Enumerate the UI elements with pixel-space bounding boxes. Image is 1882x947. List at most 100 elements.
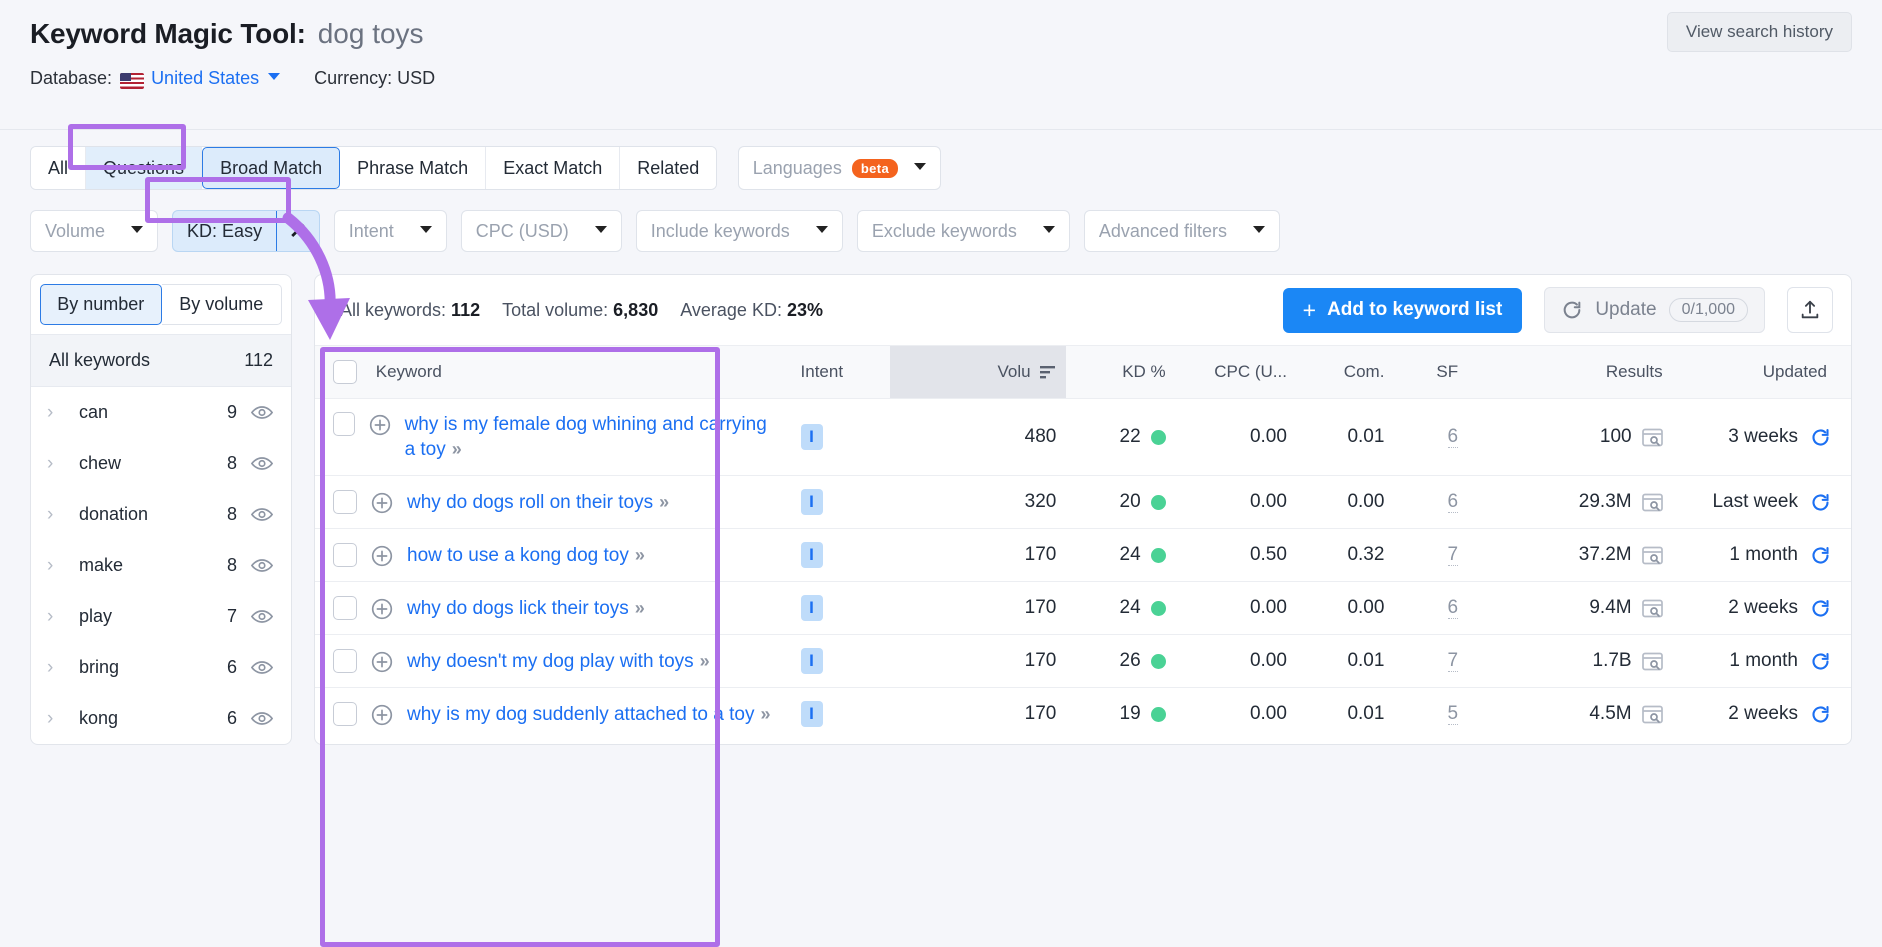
serp-preview-icon[interactable] [1641,428,1663,447]
table-row[interactable]: why do dogs lick their toys » I 170 24 0.… [315,581,1851,636]
sf-value[interactable]: 5 [1447,703,1459,726]
intent-badge[interactable]: I [800,489,823,516]
chevron-right-icon[interactable]: › [47,658,61,677]
sf-value[interactable]: 7 [1447,544,1459,567]
eye-icon[interactable] [251,609,273,624]
row-checkbox[interactable] [333,595,357,620]
sidebar-all-keywords[interactable]: All keywords 112 [31,334,291,387]
eye-icon[interactable] [251,558,273,573]
sf-value[interactable]: 6 [1447,597,1459,620]
serp-preview-icon[interactable] [1641,546,1663,565]
chevron-down-icon[interactable] [268,73,281,80]
th-results[interactable]: Results [1468,346,1673,399]
serp-preview-icon[interactable] [1641,652,1663,671]
filter-kd-chip[interactable]: KD: Easy ✕ [172,210,320,252]
sidebar-item-donation[interactable]: › donation 8 [31,489,291,540]
sf-value[interactable]: 6 [1447,491,1459,514]
eye-icon[interactable] [251,711,273,726]
eye-icon[interactable] [251,405,273,420]
table-row[interactable]: why doesn't my dog play with toys » I 170… [315,634,1851,689]
filter-advanced[interactable]: Advanced filters [1083,210,1280,252]
row-checkbox[interactable] [333,701,357,726]
sidebar-item-bring[interactable]: › bring 6 [31,642,291,693]
sf-value[interactable]: 7 [1447,650,1459,673]
serp-preview-icon[interactable] [1641,599,1663,618]
intent-badge[interactable]: I [800,595,823,622]
filter-intent[interactable]: Intent [333,210,447,252]
th-kd[interactable]: KD % [1066,346,1176,399]
add-keyword-icon[interactable] [371,598,393,620]
filter-cpc[interactable]: CPC (USD) [460,210,622,252]
table-row[interactable]: how to use a kong dog toy » I 170 24 0.50… [315,528,1851,583]
tab-broad-match[interactable]: Broad Match [202,147,341,189]
sidebar-item-make[interactable]: › make 8 [31,540,291,591]
add-keyword-icon[interactable] [371,704,393,726]
refresh-row-icon[interactable] [1810,545,1831,566]
sidebar-item-can[interactable]: › can 9 [31,387,291,438]
th-sf[interactable]: SF [1394,346,1469,399]
chevron-right-icon[interactable]: › [47,607,61,626]
tab-questions[interactable]: Questions [86,147,203,189]
sidebar-item-play[interactable]: › play 7 [31,591,291,642]
sidebar-item-chew[interactable]: › chew 8 [31,438,291,489]
filter-include-keywords[interactable]: Include keywords [635,210,843,252]
expand-icon[interactable]: » [700,651,710,671]
intent-badge[interactable]: I [800,701,823,728]
keyword-link[interactable]: why do dogs roll on their toys» [407,490,669,515]
refresh-row-icon[interactable] [1810,492,1831,513]
sidebar-item-kong[interactable]: › kong 6 [31,693,291,744]
refresh-row-icon[interactable] [1810,651,1831,672]
tab-phrase-match[interactable]: Phrase Match [340,147,487,189]
row-checkbox[interactable] [333,648,357,673]
languages-dropdown[interactable]: Languages beta [737,146,942,190]
database-selector[interactable]: United States [151,68,259,89]
intent-badge[interactable]: I [800,648,823,675]
refresh-row-icon[interactable] [1810,704,1831,725]
intent-badge[interactable]: I [800,542,823,569]
chevron-right-icon[interactable]: › [47,454,61,473]
sf-value[interactable]: 6 [1447,426,1459,449]
update-button[interactable]: Update 0/1,000 [1544,287,1765,333]
expand-icon[interactable]: » [635,598,645,618]
keyword-link[interactable]: why is my dog suddenly attached to a toy… [407,702,771,727]
refresh-row-icon[interactable] [1810,598,1831,619]
table-row[interactable]: why is my female dog whining and carryin… [315,398,1851,477]
chevron-right-icon[interactable]: › [47,709,61,728]
th-keyword[interactable]: Keyword [315,346,791,399]
eye-icon[interactable] [251,507,273,522]
serp-preview-icon[interactable] [1641,705,1663,724]
chevron-right-icon[interactable]: › [47,556,61,575]
expand-icon[interactable]: » [635,545,645,565]
select-all-checkbox[interactable] [333,360,357,384]
filter-volume[interactable]: Volume [30,210,159,252]
row-checkbox[interactable] [333,412,355,436]
table-row[interactable]: why do dogs roll on their toys» I 320 20… [315,475,1851,530]
th-competition[interactable]: Com. [1296,346,1395,399]
close-icon[interactable]: ✕ [277,219,319,244]
expand-icon[interactable]: » [659,492,669,512]
tab-exact-match[interactable]: Exact Match [486,147,621,189]
th-intent[interactable]: Intent [790,346,891,399]
row-checkbox[interactable] [333,542,357,567]
add-keyword-icon[interactable] [369,414,391,436]
view-search-history-button[interactable]: View search history [1666,12,1852,52]
th-updated[interactable]: Updated [1672,346,1851,399]
tab-related[interactable]: Related [620,147,717,189]
chevron-right-icon[interactable]: › [47,403,61,422]
add-to-keyword-list-button[interactable]: + Add to keyword list [1282,287,1523,333]
eye-icon[interactable] [251,456,273,471]
keyword-link[interactable]: why doesn't my dog play with toys » [407,649,710,674]
sidebar-tab-by-volume[interactable]: By volume [161,284,282,325]
serp-preview-icon[interactable] [1641,493,1663,512]
add-keyword-icon[interactable] [371,492,393,514]
export-button[interactable] [1787,287,1833,333]
sidebar-tab-by-number[interactable]: By number [40,284,162,325]
expand-icon[interactable]: » [452,439,462,459]
expand-icon[interactable]: » [760,704,770,724]
filter-exclude-keywords[interactable]: Exclude keywords [856,210,1070,252]
intent-badge[interactable]: I [800,424,823,451]
th-volume[interactable]: Volu [890,346,1067,399]
row-checkbox[interactable] [333,489,357,514]
keyword-link[interactable]: how to use a kong dog toy » [407,543,645,568]
add-keyword-icon[interactable] [371,651,393,673]
